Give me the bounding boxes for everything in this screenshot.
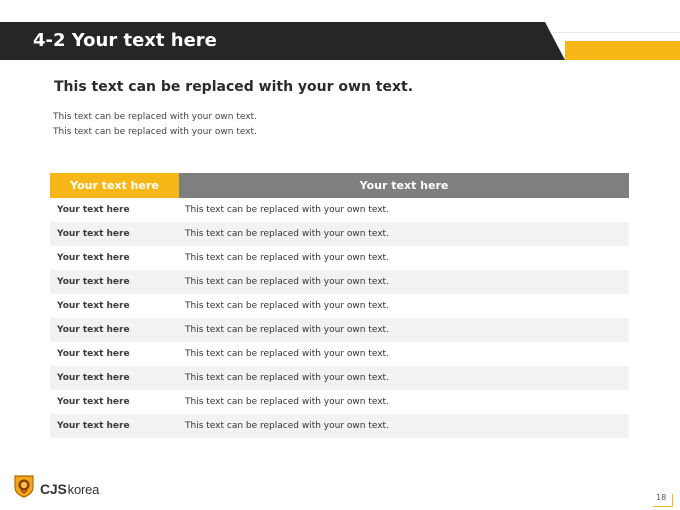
page-title: 4-2 Your text here xyxy=(33,30,217,51)
table-row: Your text here This text can be replaced … xyxy=(50,246,629,270)
lion-shield-icon xyxy=(13,474,35,503)
table-header: Your text here Your text here xyxy=(50,173,629,198)
row-text: This text can be replaced with your own … xyxy=(185,421,389,431)
subtitle: This text can be replaced with your own … xyxy=(54,79,414,95)
table-header-left: Your text here xyxy=(50,173,179,198)
row-label: Your text here xyxy=(57,421,130,431)
page-number: 18 xyxy=(656,493,667,502)
table-row: Your text here This text can be replaced … xyxy=(50,318,629,342)
table-row: Your text here This text can be replaced … xyxy=(50,366,629,390)
row-text: This text can be replaced with your own … xyxy=(185,229,389,239)
row-label: Your text here xyxy=(57,229,130,239)
row-text: This text can be replaced with your own … xyxy=(185,325,389,335)
row-label: Your text here xyxy=(57,253,130,263)
row-text: This text can be replaced with your own … xyxy=(185,253,389,263)
row-text: This text can be replaced with your own … xyxy=(185,349,389,359)
table-body: Your text here This text can be replaced … xyxy=(50,198,629,438)
row-text: This text can be replaced with your own … xyxy=(185,373,389,383)
table-row: Your text here This text can be replaced … xyxy=(50,414,629,438)
row-text: This text can be replaced with your own … xyxy=(185,205,389,215)
row-text: This text can be replaced with your own … xyxy=(185,301,389,311)
row-label: Your text here xyxy=(57,349,130,359)
table-header-right: Your text here xyxy=(179,173,629,198)
row-label: Your text here xyxy=(57,397,130,407)
header-accent-bar xyxy=(565,41,680,60)
row-label: Your text here xyxy=(57,205,130,215)
row-label: Your text here xyxy=(57,301,130,311)
logo-text: CJSkorea xyxy=(40,480,100,497)
table-row: Your text here This text can be replaced … xyxy=(50,294,629,318)
description-line-2: This text can be replaced with your own … xyxy=(53,127,257,137)
description-line-1: This text can be replaced with your own … xyxy=(53,112,257,122)
company-logo: CJSkorea xyxy=(13,474,99,503)
table-row: Your text here This text can be replaced … xyxy=(50,342,629,366)
row-text: This text can be replaced with your own … xyxy=(185,277,389,287)
table-row: Your text here This text can be replaced … xyxy=(50,198,629,222)
table-row: Your text here This text can be replaced … xyxy=(50,270,629,294)
row-label: Your text here xyxy=(57,277,130,287)
table-row: Your text here This text can be replaced … xyxy=(50,390,629,414)
header-accent-line xyxy=(553,32,680,33)
content-table: Your text here Your text here Your text … xyxy=(50,173,629,438)
table-row: Your text here This text can be replaced … xyxy=(50,222,629,246)
row-text: This text can be replaced with your own … xyxy=(185,397,389,407)
row-label: Your text here xyxy=(57,373,130,383)
row-label: Your text here xyxy=(57,325,130,335)
